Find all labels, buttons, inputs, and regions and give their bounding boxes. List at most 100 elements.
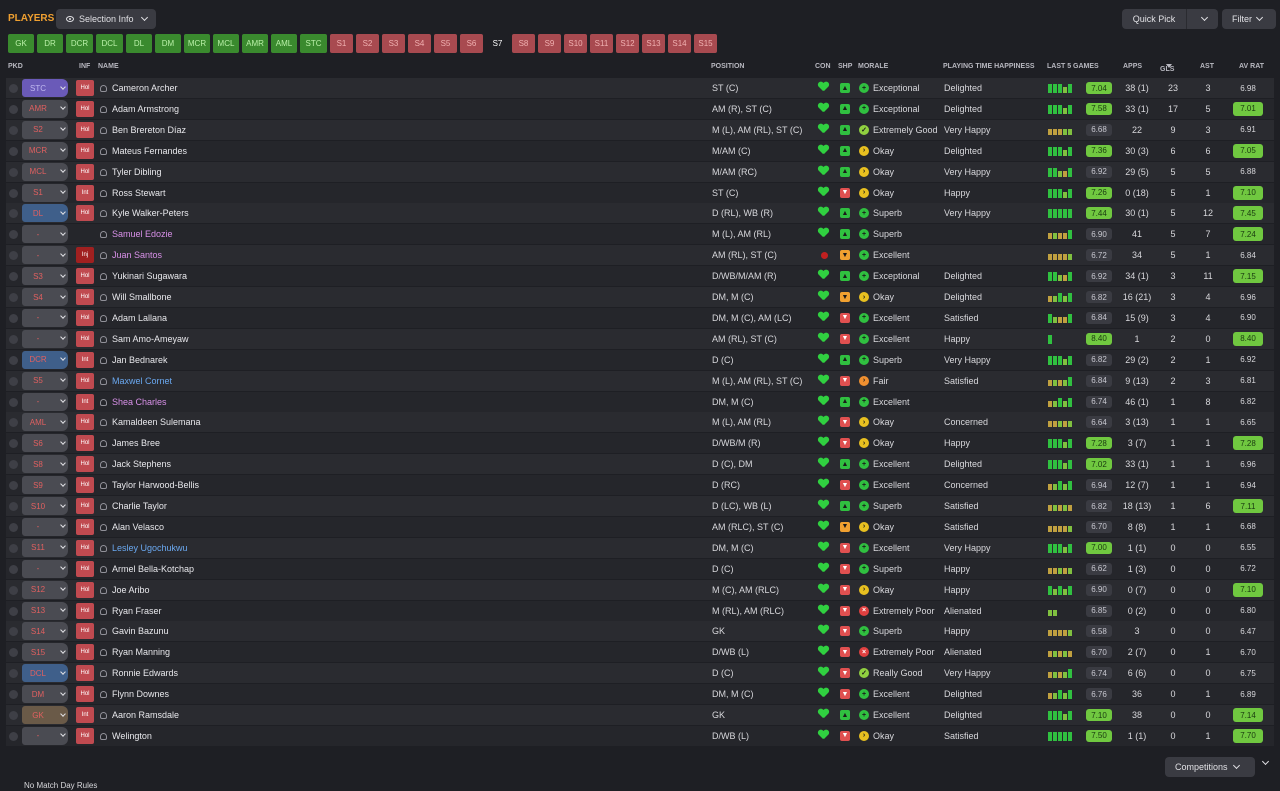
- player-name[interactable]: Adam Armstrong: [100, 104, 179, 114]
- tab-s5[interactable]: S5: [434, 34, 457, 53]
- player-name[interactable]: Lesley Ugochukwu: [100, 543, 188, 553]
- player-name[interactable]: Shea Charles: [100, 397, 167, 407]
- table-row[interactable]: S6 Hol James Bree D/WB/M (R) ▼ › Okay Happy 7.28…: [6, 433, 1274, 454]
- tab-s14[interactable]: S14: [668, 34, 691, 53]
- player-name[interactable]: Cameron Archer: [100, 83, 178, 93]
- match-day-rules[interactable]: No Match Day Rules: [24, 781, 97, 790]
- select-checkbox[interactable]: [9, 439, 18, 449]
- player-name[interactable]: Ross Stewart: [100, 188, 166, 198]
- tab-dcr[interactable]: DCR: [66, 34, 93, 53]
- tab-s2[interactable]: S2: [356, 34, 379, 53]
- table-row[interactable]: - Inj Juan Santos AM (RL), ST (C) ▼ + Excellen…: [6, 245, 1274, 266]
- select-checkbox[interactable]: [9, 334, 18, 344]
- player-name[interactable]: Jack Stephens: [100, 459, 171, 469]
- select-checkbox[interactable]: [9, 313, 18, 323]
- picked-position-select[interactable]: S9: [22, 476, 68, 495]
- select-checkbox[interactable]: [9, 104, 18, 114]
- col-inf[interactable]: INF: [79, 63, 90, 70]
- picked-position-select[interactable]: -: [22, 329, 68, 348]
- select-checkbox[interactable]: [9, 230, 18, 240]
- picked-position-select[interactable]: S8: [22, 455, 68, 474]
- picked-position-select[interactable]: S2: [22, 120, 68, 139]
- player-name[interactable]: Taylor Harwood-Bellis: [100, 480, 199, 490]
- select-checkbox[interactable]: [9, 606, 18, 616]
- select-checkbox[interactable]: [9, 355, 18, 365]
- picked-position-select[interactable]: S13: [22, 601, 68, 620]
- tab-s3[interactable]: S3: [382, 34, 405, 53]
- picked-position-select[interactable]: S10: [22, 497, 68, 515]
- quick-pick-button[interactable]: Quick Pick: [1122, 9, 1218, 29]
- player-name[interactable]: Aaron Ramsdale: [100, 710, 179, 720]
- picked-position-select[interactable]: S3: [22, 267, 68, 286]
- picked-position-select[interactable]: AMR: [22, 99, 68, 118]
- picked-position-select[interactable]: S5: [22, 371, 68, 390]
- col-position[interactable]: POSITION: [711, 63, 744, 70]
- table-row[interactable]: S4 Hol Will Smallbone DM, M (C) ▼ › Okay Deligh…: [6, 287, 1274, 307]
- picked-position-select[interactable]: -: [22, 308, 68, 327]
- select-checkbox[interactable]: [9, 627, 18, 637]
- tab-s7[interactable]: S7: [486, 34, 509, 53]
- picked-position-select[interactable]: GK: [22, 706, 68, 724]
- col-shp[interactable]: SHP: [838, 63, 852, 70]
- picked-position-select[interactable]: S4: [22, 288, 68, 306]
- player-name[interactable]: Mateus Fernandes: [100, 146, 187, 156]
- player-name[interactable]: Kyle Walker-Peters: [100, 208, 189, 218]
- player-name[interactable]: Flynn Downes: [100, 689, 169, 699]
- tab-s12[interactable]: S12: [616, 34, 639, 53]
- tab-mcl[interactable]: MCL: [213, 34, 239, 53]
- player-name[interactable]: Ben Brereton Díaz: [100, 125, 186, 135]
- select-checkbox[interactable]: [9, 272, 18, 282]
- select-checkbox[interactable]: [9, 293, 18, 302]
- select-checkbox[interactable]: [9, 188, 18, 198]
- picked-position-select[interactable]: S15: [22, 643, 68, 662]
- select-checkbox[interactable]: [9, 564, 18, 574]
- table-row[interactable]: MCR Hol Mateus Fernandes M/AM (C) ▲ › Okay Deli…: [6, 140, 1274, 161]
- table-row[interactable]: S2 Hol Ben Brereton Díaz M (L), AM (RL), ST…: [6, 119, 1274, 140]
- select-checkbox[interactable]: [9, 543, 18, 553]
- player-name[interactable]: James Bree: [100, 438, 160, 448]
- tab-dr[interactable]: DR: [37, 34, 63, 53]
- player-name[interactable]: Ryan Fraser: [100, 606, 162, 616]
- select-checkbox[interactable]: [9, 418, 18, 428]
- select-checkbox[interactable]: [9, 731, 18, 741]
- picked-position-select[interactable]: S12: [22, 580, 68, 599]
- select-checkbox[interactable]: [9, 84, 18, 93]
- col-morale[interactable]: MORALE: [858, 63, 888, 70]
- player-name[interactable]: Maxwel Cornet: [100, 376, 172, 386]
- col-name[interactable]: NAME: [98, 63, 119, 70]
- table-row[interactable]: S14 Hol Gavin Bazunu GK ▼ + Superb Happy 6.58 3 0 0…: [6, 621, 1274, 642]
- player-name[interactable]: Joe Aribo: [100, 585, 150, 595]
- player-name[interactable]: Yukinari Sugawara: [100, 271, 187, 281]
- picked-position-select[interactable]: -: [22, 246, 68, 265]
- table-row[interactable]: STC Hol Cameron Archer ST (C) ▲ + Exceptional D…: [6, 78, 1274, 98]
- competitions-dropdown[interactable]: Competitions: [1165, 757, 1255, 777]
- table-row[interactable]: - Hol Alan Velasco AM (RLC), ST (C) ▼ › Okay Sa…: [6, 516, 1274, 537]
- col-gls[interactable]: GLS: [1160, 63, 1174, 73]
- table-row[interactable]: MCL Hol Tyler Dibling M/AM (RC) ▲ › Okay Very H…: [6, 161, 1274, 182]
- select-checkbox[interactable]: [9, 376, 18, 386]
- tab-dcl[interactable]: DCL: [96, 34, 123, 53]
- expand-chevron-icon[interactable]: [1261, 757, 1270, 766]
- player-name[interactable]: Armel Bella-Kotchap: [100, 564, 194, 574]
- tab-s4[interactable]: S4: [408, 34, 431, 53]
- player-name[interactable]: Welington: [100, 731, 152, 741]
- table-row[interactable]: - Hol Adam Lallana DM, M (C), AM (LC) ▼ + Exce…: [6, 307, 1274, 328]
- picked-position-select[interactable]: MCR: [22, 141, 68, 160]
- quick-pick-dropdown[interactable]: [1187, 13, 1218, 22]
- tab-s11[interactable]: S11: [590, 34, 613, 53]
- select-checkbox[interactable]: [9, 690, 18, 700]
- player-name[interactable]: Alan Velasco: [100, 522, 164, 532]
- table-row[interactable]: S12 Hol Joe Aribo M (C), AM (RLC) ▼ › Okay Happ…: [6, 579, 1274, 600]
- table-row[interactable]: DCR Int Jan Bednarek D (C) ▲ + Superb Very Happ…: [6, 349, 1274, 370]
- table-row[interactable]: AMR Hol Adam Armstrong AM (R), ST (C) ▲ + Exce…: [6, 98, 1274, 119]
- table-row[interactable]: S15 Hol Ryan Manning D/WB (L) ▼ × Extremely Po…: [6, 642, 1274, 663]
- player-name[interactable]: Samuel Edozie: [100, 229, 173, 239]
- tab-s9[interactable]: S9: [538, 34, 561, 53]
- picked-position-select[interactable]: S6: [22, 434, 68, 453]
- col-last5[interactable]: LAST 5 GAMES: [1047, 63, 1099, 70]
- select-checkbox[interactable]: [9, 460, 18, 470]
- picked-position-select[interactable]: -: [22, 517, 68, 536]
- select-checkbox[interactable]: [9, 648, 18, 658]
- table-row[interactable]: S10 Hol Charlie Taylor D (LC), WB (L) ▲ + Supe…: [6, 496, 1274, 516]
- tab-s6[interactable]: S6: [460, 34, 483, 53]
